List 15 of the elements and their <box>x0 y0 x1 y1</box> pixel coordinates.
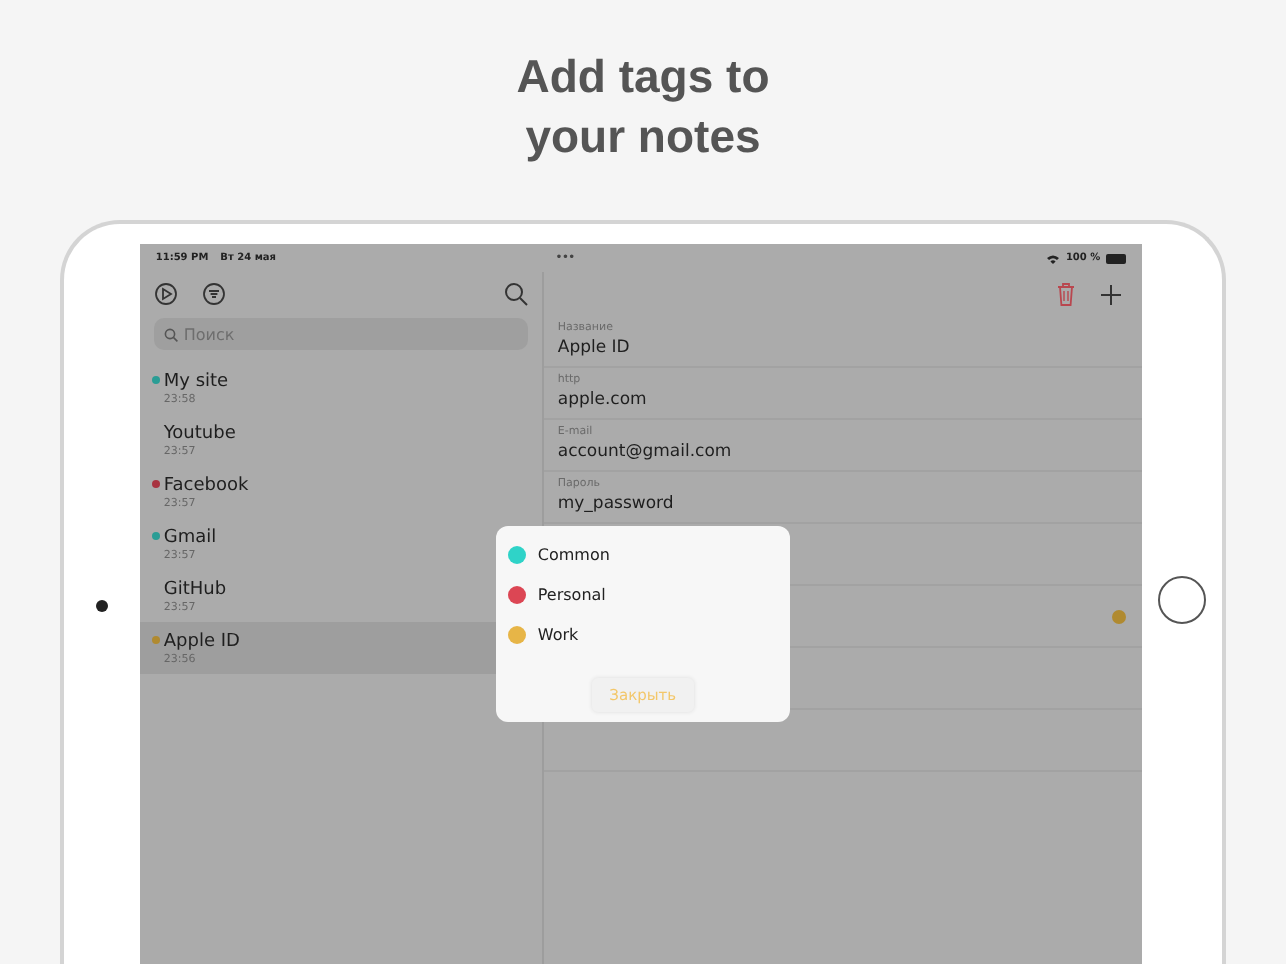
note-title: GitHub <box>163 579 229 599</box>
note-title: Gmail <box>163 527 219 547</box>
tag-name: Work <box>537 625 579 643</box>
headline: Add tags to <box>516 48 770 106</box>
note-title: My site <box>163 371 231 391</box>
tag-name: Personal <box>537 585 606 603</box>
field-value: account@gmail.com <box>557 442 734 462</box>
field-value: Apple ID <box>557 338 632 358</box>
note-title: Apple ID <box>163 631 242 651</box>
note-title: Youtube <box>163 423 238 443</box>
headline: your notes <box>525 108 761 166</box>
field-value: apple.com <box>557 390 649 410</box>
field-value: my_password <box>557 494 676 514</box>
tag-name: Common <box>537 545 610 563</box>
note-title: Facebook <box>163 475 251 495</box>
